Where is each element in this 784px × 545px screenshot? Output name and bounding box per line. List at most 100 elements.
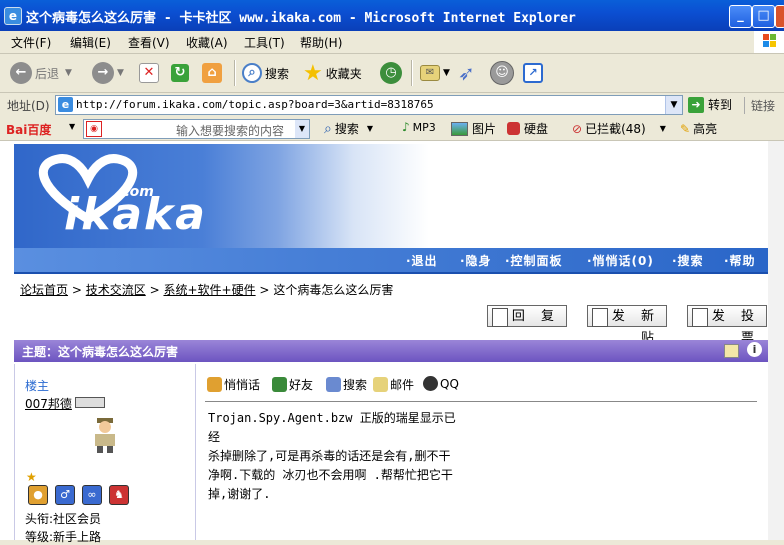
email-action[interactable]: 邮件 [373,376,414,393]
author-title: 头衔:社区会员 [25,512,102,526]
new-post-icon [592,308,608,327]
magnifier-icon: ⌕ [242,63,262,83]
search-doc-icon [326,377,341,392]
stop-button[interactable]: ✕ [139,60,162,86]
pm-icon [207,377,222,392]
baidu-engine-icon: ◉ [86,121,102,137]
favorites-button[interactable]: ★ 收藏夹 [303,60,362,86]
mail-button[interactable]: ✉ ▼ [420,60,450,86]
maximize-button[interactable]: □ [752,5,775,28]
crumb-system[interactable]: 系统+软件+硬件 [163,283,255,297]
image-label: 图片 [472,122,497,136]
bookmark-icon[interactable] [724,344,739,358]
baidu-search-input[interactable]: ◉ 输入想要搜索的内容 ▼ [83,119,310,139]
back-arrow-icon: ← [10,62,32,84]
popup-blocker-button[interactable]: ⊘ 已拦截(48) ▼ [572,120,666,137]
pm-action[interactable]: 悄悄话 [207,376,260,393]
page-icon: e [58,97,73,112]
search-label: 搜索 [265,66,290,81]
pet-icon: ♞ [109,485,129,505]
forward-button[interactable]: → ▼ [92,60,124,86]
highlight-button[interactable]: ✎ 高亮 [680,120,717,137]
favorites-label: 收藏夹 [325,66,362,81]
crumb-tech[interactable]: 技术交流区 [86,283,146,297]
refresh-button[interactable]: ↻ [171,60,192,86]
crumb-separator: > [149,283,160,297]
rank-star-icon: ★ [26,470,37,484]
menu-bar: 文件(F) 编辑(E) 查看(V) 收藏(A) 工具(T) 帮助(H) [0,31,784,54]
home-icon: ⌂ [202,63,222,83]
friend-icon [272,377,287,392]
blocker-icon: ⊘ [572,121,583,136]
close-button[interactable] [775,5,784,28]
qq-action[interactable]: QQ [423,376,459,391]
history-button[interactable]: ◷ [380,60,405,86]
baidu-menu-dropdown-icon[interactable]: ▼ [69,122,75,131]
reply-button[interactable]: 回 复 [487,305,567,327]
standard-toolbar: ← 后退 ▼ → ▼ ✕ ↻ ⌂ ⌕ 搜索 ★ 收藏夹 ◷ ✉ ▼ ➶ ☺ ↗ [0,54,784,93]
drive-icon [507,122,520,135]
menu-view[interactable]: 查看(V) [128,34,170,51]
address-input[interactable]: e http://forum.ikaka.com/topic.asp?board… [55,95,683,115]
email-icon [373,377,388,392]
go-label: 转到 [708,98,733,112]
nav-logout[interactable]: ·退出 [406,252,438,269]
topic-header: 主题：这个病毒怎么这么厉害 i [14,340,768,362]
web-page: .com ikaka ·退出 ·隐身 ·控制面板 ·悄悄话(0) ·搜索 ·帮助… [0,141,784,544]
menu-tools[interactable]: 工具(T) [244,34,285,51]
bird-icon: ➶ [458,61,475,85]
new-poll-button[interactable]: 发 投 票 [687,305,767,346]
nav-messages[interactable]: ·悄悄话(0) [587,252,654,269]
toolbar-separator [411,60,413,86]
baidu-drive-button[interactable]: 硬盘 [507,120,548,137]
info-icon[interactable]: i [747,342,762,357]
star-icon: ★ [303,60,323,86]
highlight-label: 高亮 [693,122,718,136]
forward-dropdown-icon: ▼ [117,68,124,78]
qq-label: QQ [440,376,459,391]
music-note-icon: ♪ [402,120,410,134]
messenger-button[interactable]: ➶ [458,60,475,86]
nav-search[interactable]: ·搜索 [672,252,704,269]
title-bar: e 这个病毒怎么这么厉害 - 卡卡社区 www.ikaka.com - Micr… [0,0,784,31]
links-label[interactable]: 链接 [744,97,775,114]
crumb-current: 这个病毒怎么这么厉害 [273,283,394,297]
new-post-button[interactable]: 发 新 贴 [587,305,667,346]
back-button[interactable]: ← 后退 ▼ [10,60,72,86]
content-divider [205,401,757,402]
search-action[interactable]: 搜索 [326,376,367,393]
reply-label: 回 复 [511,309,560,324]
friend-action[interactable]: 好友 [272,376,313,393]
home-button[interactable]: ⌂ [202,60,225,86]
nav-help[interactable]: ·帮助 [724,252,756,269]
menu-file[interactable]: 文件(F) [11,34,51,51]
baidu-search-button[interactable]: ⌕ 搜索 ▼ [324,120,373,137]
breadcrumb: 论坛首页 > 技术交流区 > 系统+软件+硬件 > 这个病毒怎么这么厉害 [20,281,393,298]
nav-control-panel[interactable]: ·控制面板 [505,252,563,269]
vertical-scrollbar[interactable] [768,141,784,540]
post-line: 掉,谢谢了. [208,487,271,501]
search-button[interactable]: ⌕ 搜索 [242,60,289,86]
media-icon: ☺ [490,61,514,85]
mail-icon: ✉ [420,65,440,81]
baidu-mp3-button[interactable]: ♪ MP3 [402,120,436,134]
nav-invisible[interactable]: ·隐身 [460,252,492,269]
address-url: http://forum.ikaka.com/topic.asp?board=3… [76,98,434,111]
baidu-logo[interactable]: Bai百度 [6,121,51,138]
media-button[interactable]: ☺ [490,60,517,86]
baidu-image-button[interactable]: 图片 [451,120,496,137]
fullscreen-button[interactable]: ↗ [523,60,546,86]
menu-favorites[interactable]: 收藏(A) [186,34,228,51]
forward-arrow-icon: → [92,62,114,84]
friend-label: 好友 [289,378,314,392]
author-name[interactable]: 007邦德 [25,395,72,412]
menu-help[interactable]: 帮助(H) [300,34,342,51]
crumb-home[interactable]: 论坛首页 [20,283,68,297]
go-button[interactable]: ➜ 转到 [688,96,732,113]
address-dropdown-icon[interactable]: ▼ [665,96,682,114]
refresh-icon: ↻ [171,64,189,82]
history-icon: ◷ [380,62,402,84]
minimize-button[interactable]: _ [729,5,752,28]
menu-edit[interactable]: 编辑(E) [70,34,111,51]
baidu-input-dropdown-icon[interactable]: ▼ [295,120,309,138]
